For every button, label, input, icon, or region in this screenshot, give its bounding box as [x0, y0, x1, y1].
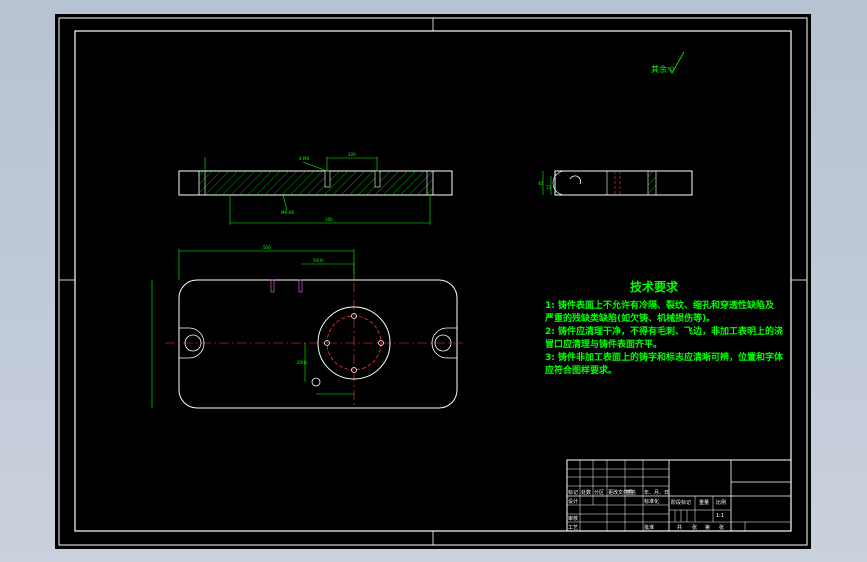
technical-requirements: 技术要求 1: 铸件表面上不允许有冷隔、裂纹、缩孔和穿透性缺陷及 严重的残缺类缺… — [544, 279, 784, 376]
tb-total: 共 — [677, 524, 682, 531]
tb-nth: 第 — [705, 524, 710, 531]
dim-overall-length: 500 — [263, 245, 271, 250]
tb-mark: 标记 — [568, 489, 578, 496]
tb-count: 处数 — [581, 489, 591, 496]
tb-date: 年、月、日 — [644, 489, 669, 496]
top-plan-view: 500 50(h) 20(h) — [151, 245, 465, 409]
tb-design: 设计 — [568, 498, 578, 505]
tb-review: 审核 — [568, 515, 578, 522]
tb-signature: 签名 — [626, 489, 636, 496]
tb-stage-mark: 阶段标记 — [671, 499, 691, 506]
centering-marks — [59, 18, 807, 545]
tb-scale-value: 1:1 — [716, 513, 724, 519]
tb-process: 工艺 — [568, 525, 578, 531]
dim-bottom-length: 100 — [325, 217, 333, 222]
drawing-canvas[interactable]: 其余 100 200 4-M8 M6-H6 40 15 500 50(h) 20… — [55, 14, 811, 549]
tb-sheet-1: 张 — [692, 524, 697, 531]
tb-sheet-2: 张 — [719, 524, 724, 531]
tb-zone: 分区 — [594, 489, 604, 496]
tech-req-title: 技术要求 — [630, 279, 679, 294]
front-section-view: 100 200 4-M8 M6-H6 — [178, 152, 453, 225]
tech-req-line-1: 1: 铸件表面上不允许有冷隔、裂纹、缩孔和穿透性缺陷及 — [545, 299, 775, 311]
tech-req-line-4: 冒口应清理与铸件表面齐平。 — [545, 338, 662, 350]
roughness-symbol: 其余 — [651, 51, 685, 74]
tb-scale-label: 比例 — [716, 499, 726, 506]
tb-standardization: 标准化 — [644, 498, 659, 505]
dim-height-left: 40 — [538, 181, 544, 186]
tech-req-line-6: 应符合图样要求。 — [545, 364, 617, 376]
dim-height-right: 15 — [546, 185, 552, 190]
inner-frame — [74, 30, 792, 532]
outer-frame — [58, 17, 808, 546]
dim-center-offset-v: 20(h) — [297, 360, 308, 365]
roughness-label: 其余 — [651, 64, 667, 74]
tech-req-line-3: 2: 铸件应清理干净，不得有毛刺、飞边，非加工表明上的浇 — [545, 325, 783, 337]
tb-weight: 重量 — [699, 499, 709, 506]
dim-hole-spec: 4-M8 — [299, 156, 309, 161]
dim-slot-offset: M6-H6 — [281, 210, 294, 215]
tb-approve: 批准 — [644, 524, 654, 531]
dim-slot-width: 200 — [348, 152, 356, 157]
tech-req-line-5: 3: 铸件非加工表面上的铸字和标志应清晰可辨，位置和字体 — [545, 351, 784, 363]
side-view: 40 15 — [538, 170, 693, 196]
tech-req-line-2: 严重的残缺类缺陷(如欠铸、机械损伤等)。 — [544, 312, 715, 324]
dim-center-offset-h: 50(h) — [313, 258, 324, 263]
cad-drawing: 其余 100 200 4-M8 M6-H6 40 15 500 50(h) 20… — [58, 17, 808, 546]
